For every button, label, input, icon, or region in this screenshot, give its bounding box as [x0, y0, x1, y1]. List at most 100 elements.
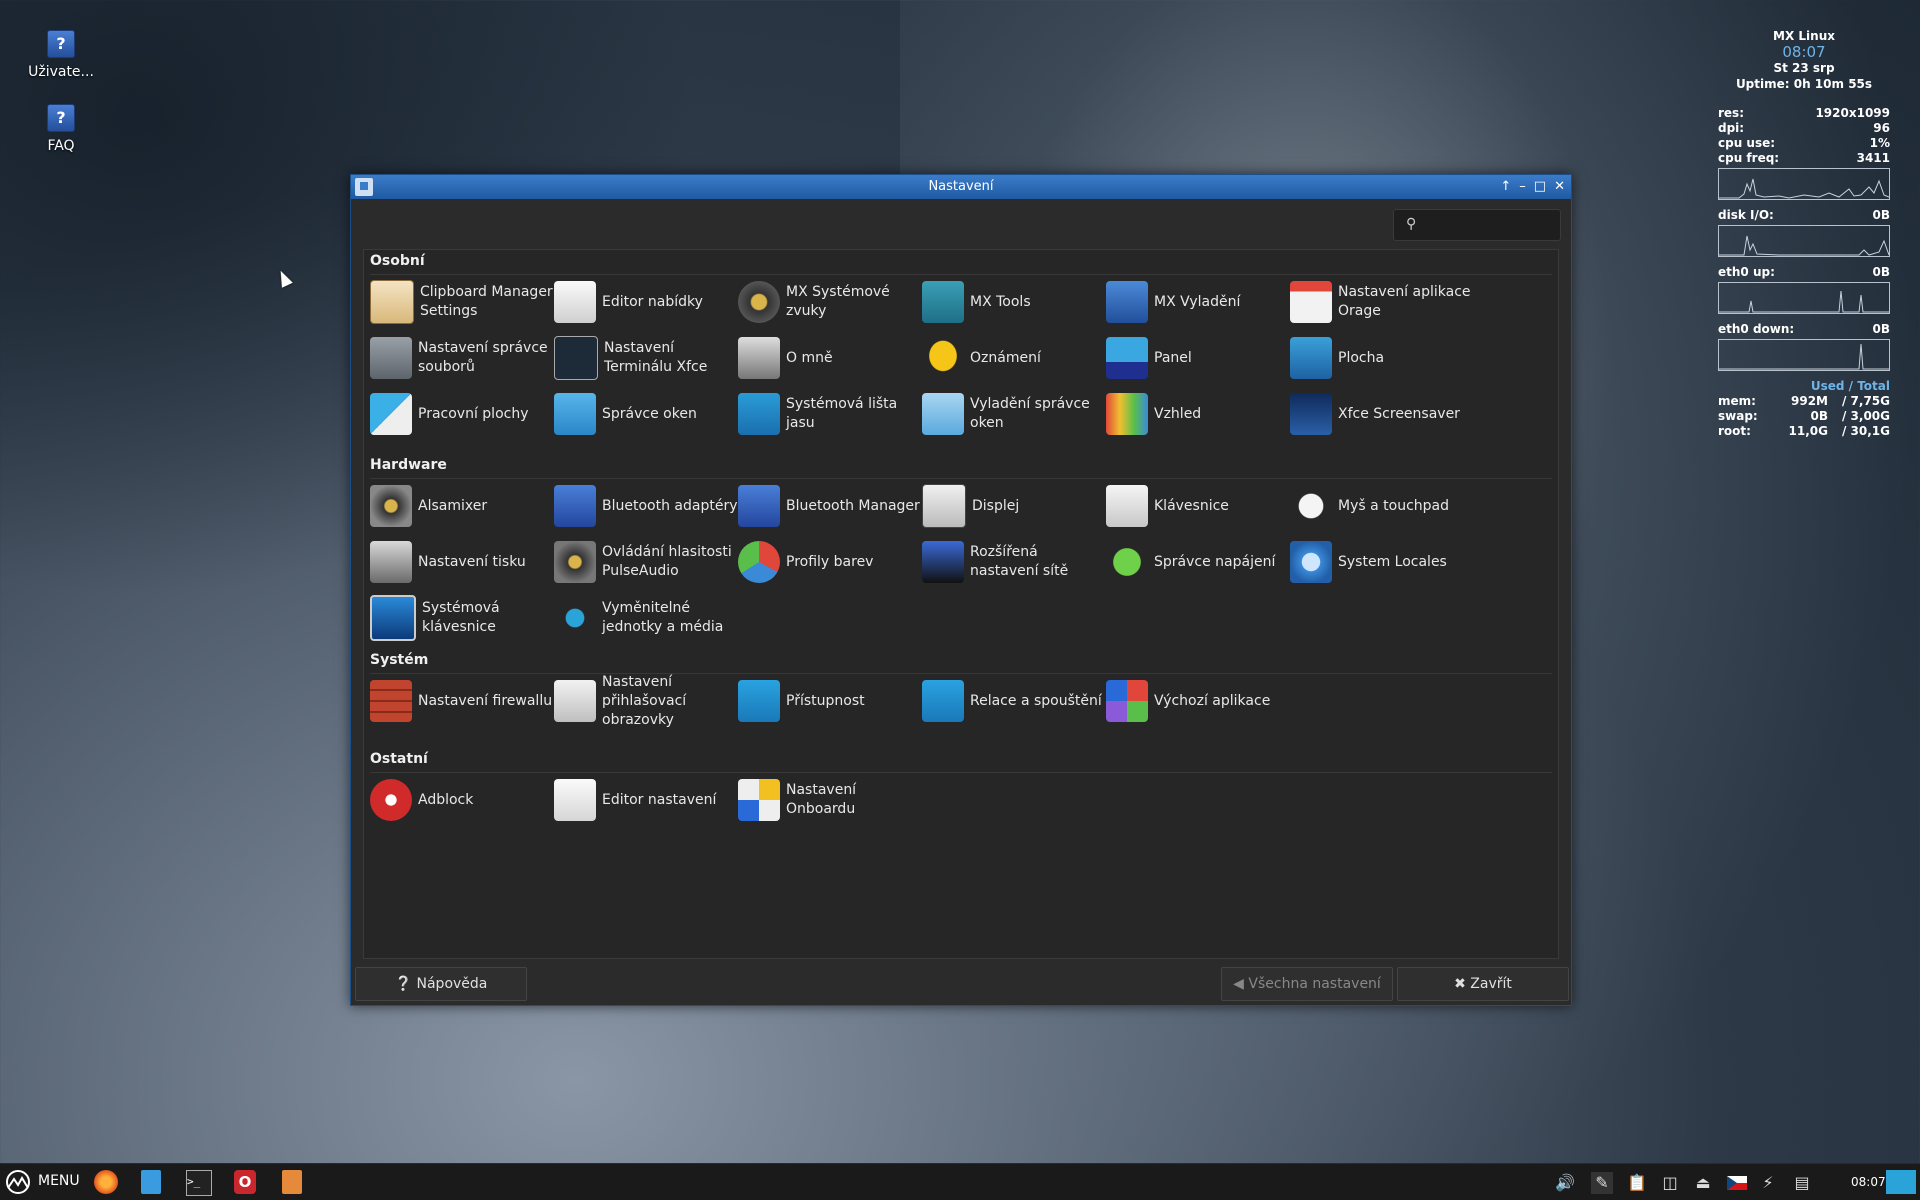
settings-item[interactable]: Plocha — [1290, 334, 1474, 382]
settings-item[interactable]: Nastavení tisku — [370, 538, 554, 586]
settings-item-label: Systémová klávesnice — [422, 600, 500, 635]
flag-cz-icon[interactable] — [1726, 1172, 1748, 1194]
settings-item[interactable]: Vyladění správce oken — [922, 390, 1106, 438]
settings-item[interactable]: Xfce Screensaver — [1290, 390, 1474, 438]
settings-item[interactable]: Nastavení firewallu — [370, 677, 554, 725]
desktop-icon-faq[interactable]: ? FAQ — [11, 104, 111, 154]
desktop-icon-label: Uživate... — [28, 64, 94, 80]
settings-item[interactable]: Nastavení Terminálu Xfce — [554, 334, 738, 382]
taskbar-clock[interactable]: 08:07 — [1851, 1175, 1886, 1189]
settings-item[interactable]: Editor nastavení — [554, 776, 738, 824]
conky-key: cpu freq: — [1718, 151, 1780, 165]
menu-button[interactable]: MENU — [38, 1173, 80, 1189]
mx-logo-icon[interactable] — [4, 1170, 34, 1194]
settings-item[interactable]: Displej — [922, 482, 1106, 530]
minimize-button[interactable]: – — [1519, 175, 1526, 199]
desktop-icon-label: FAQ — [47, 138, 75, 154]
window-titlebar[interactable]: Nastavení ↑ – □ ✕ — [351, 175, 1571, 199]
volume-icon[interactable]: 🔊 — [1554, 1172, 1576, 1194]
section-title: Systém — [370, 652, 429, 668]
close-icon[interactable]: ✕ — [1554, 175, 1565, 199]
system-keyboard-icon — [370, 595, 416, 641]
close-button-label: Zavřít — [1470, 976, 1512, 992]
firefox-icon[interactable] — [94, 1170, 118, 1194]
settings-item[interactable]: MX Vyladění — [1106, 278, 1290, 326]
settings-item[interactable]: Relace a spouštění — [922, 677, 1106, 725]
settings-item[interactable]: Vyměnitelné jednotky a média — [554, 594, 738, 642]
settings-editor-icon — [554, 779, 596, 821]
settings-item[interactable]: Oznámení — [922, 334, 1106, 382]
workspace-switcher[interactable] — [1886, 1170, 1916, 1194]
settings-item[interactable]: Rozšířená nastavení sítě — [922, 538, 1106, 586]
clipboard-tray-icon[interactable]: 📋 — [1626, 1172, 1648, 1194]
settings-item[interactable]: Bluetooth adaptéry — [554, 482, 738, 530]
settings-item[interactable]: Pracovní plochy — [370, 390, 554, 438]
settings-item-label: Bluetooth Manager — [786, 497, 920, 514]
settings-item[interactable]: Správce oken — [554, 390, 738, 438]
file-manager-icon[interactable] — [141, 1170, 161, 1194]
settings-item[interactable]: Profily barev — [738, 538, 922, 586]
settings-item[interactable]: Nastavení správce souborů — [370, 334, 554, 382]
network-icon[interactable]: ▤ — [1791, 1172, 1813, 1194]
conky-value: 0B — [1872, 208, 1891, 222]
close-button[interactable]: ✖ Zavřít — [1397, 967, 1569, 1001]
conky-row: disk I/O: 0B — [1718, 208, 1890, 223]
panel-icon — [1106, 337, 1148, 379]
settings-item[interactable]: O mně — [738, 334, 922, 382]
settings-item-label: Nastavení aplikace Orage — [1338, 284, 1471, 319]
package-icon[interactable]: ◫ — [1659, 1172, 1681, 1194]
settings-item[interactable]: Nastavení aplikace Orage — [1290, 278, 1474, 326]
clipboard-icon[interactable] — [282, 1170, 302, 1194]
search-input[interactable] — [1426, 214, 1556, 236]
all-settings-button[interactable]: ◀ Všechna nastavení — [1221, 967, 1393, 1001]
settings-pane: Osobní Clipboard Manager Settings Editor n… — [363, 249, 1559, 959]
settings-item[interactable]: System Locales — [1290, 538, 1474, 586]
help-icon: ❔ — [394, 976, 413, 992]
eject-icon[interactable]: ⏏ — [1692, 1172, 1714, 1194]
settings-item[interactable]: Výchozí aplikace — [1106, 677, 1290, 725]
settings-item-label: Displej — [972, 497, 1020, 514]
settings-item-label: Xfce Screensaver — [1338, 405, 1460, 422]
conky-row: eth0 up: 0B — [1718, 265, 1890, 280]
settings-item-label: Panel — [1154, 349, 1192, 366]
pen-icon[interactable]: ✎ — [1591, 1172, 1613, 1194]
window-app-icon[interactable] — [355, 178, 373, 196]
settings-item[interactable]: Vzhled — [1106, 390, 1290, 438]
settings-item[interactable]: Přístupnost — [738, 677, 922, 725]
settings-item[interactable]: MX Tools — [922, 278, 1106, 326]
battery-icon[interactable]: ⚡ — [1757, 1172, 1779, 1194]
settings-item-label: System Locales — [1338, 553, 1447, 570]
settings-item[interactable]: Systémová lišta jasu — [738, 390, 922, 438]
settings-item[interactable]: Myš a touchpad — [1290, 482, 1474, 530]
settings-item[interactable]: Bluetooth Manager — [738, 482, 922, 530]
settings-item-label: Editor nabídky — [602, 293, 703, 310]
opera-icon[interactable]: O — [234, 1170, 256, 1194]
settings-item[interactable]: Klávesnice — [1106, 482, 1290, 530]
settings-item[interactable]: Panel — [1106, 334, 1290, 382]
file-manager-icon — [370, 337, 412, 379]
settings-item[interactable]: Clipboard Manager Settings — [370, 278, 554, 326]
settings-item[interactable]: Ovládání hlasitosti PulseAudio — [554, 538, 738, 586]
search-field[interactable]: ⚲ — [1393, 209, 1561, 241]
conky-key: cpu use: — [1718, 136, 1776, 150]
conky-uptime: Uptime: 0h 10m 55s — [1735, 77, 1873, 91]
settings-item[interactable]: Editor nabídky — [554, 278, 738, 326]
eth-down-graph — [1718, 339, 1890, 371]
settings-item[interactable]: Systémová klávesnice — [370, 594, 554, 642]
desktop-icon-user[interactable]: ? Uživate... — [11, 30, 111, 80]
settings-item[interactable]: Alsamixer — [370, 482, 554, 530]
settings-item[interactable]: Nastavení Onboardu — [738, 776, 922, 824]
settings-item-label: Ovládání hlasitosti PulseAudio — [602, 544, 732, 579]
workspaces-icon — [370, 393, 412, 435]
conky-key: dpi: — [1718, 121, 1745, 135]
about-me-icon — [738, 337, 780, 379]
conky-value: 1920x1099 — [1815, 106, 1890, 120]
settings-item[interactable]: MX Systémové zvuky — [738, 278, 922, 326]
settings-item[interactable]: Adblock — [370, 776, 554, 824]
settings-item[interactable]: Nastavení přihlašovací obrazovky — [554, 674, 738, 728]
settings-item[interactable]: Správce napájení — [1106, 538, 1290, 586]
help-button[interactable]: ❔ Nápověda — [355, 967, 527, 1001]
keep-above-button[interactable]: ↑ — [1500, 175, 1511, 199]
terminal-icon[interactable]: >_ — [186, 1170, 212, 1196]
maximize-button[interactable]: □ — [1534, 175, 1546, 199]
